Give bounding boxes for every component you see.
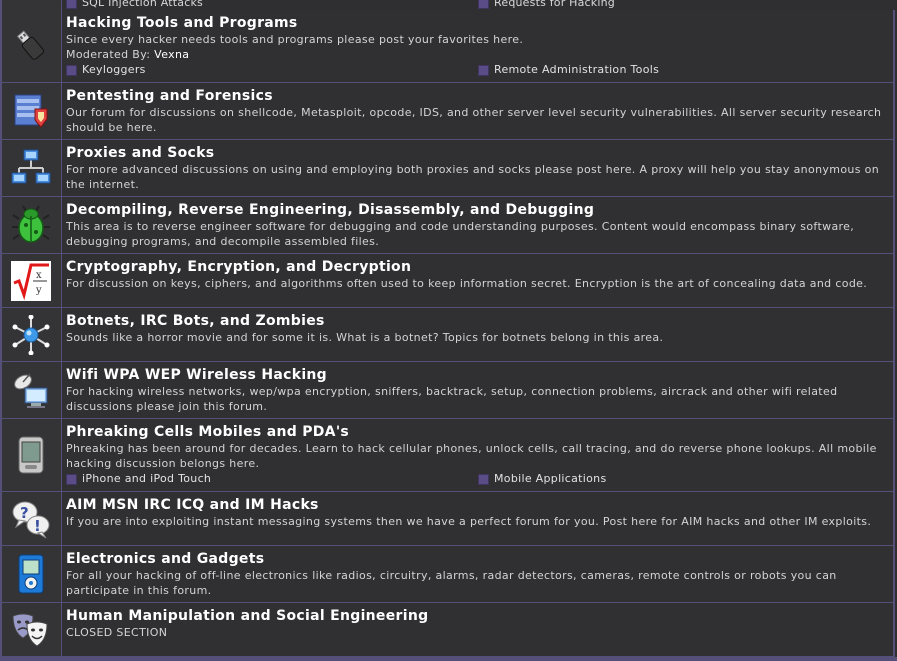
subforum-bullet-icon	[66, 473, 77, 485]
math-root-icon: x y	[10, 260, 51, 301]
subforum-list: Keyloggers Remote Administration Tools	[66, 62, 889, 77]
forum-description: For all your hacking of off-line electro…	[66, 569, 837, 597]
subforum-bullet-icon	[66, 64, 77, 76]
forum-row: ? ! AIM MSN IRC ICQ and IM Hacks If you …	[0, 492, 895, 546]
subforum-bullet-icon	[66, 0, 77, 9]
usb-drive-icon	[16, 30, 44, 60]
forum-icon-cell	[0, 308, 62, 361]
forum-title-link[interactable]: Hacking Tools and Programs	[66, 14, 889, 32]
forum-description: For discussion on keys, ciphers, and alg…	[66, 277, 868, 290]
forum-description: Sounds like a horror movie and for some …	[66, 331, 664, 344]
server-shield-icon	[14, 94, 47, 128]
table-border-left	[0, 0, 2, 661]
forum-description: Phreaking has been around for decades. L…	[66, 442, 877, 470]
forum-icon-cell	[0, 603, 62, 656]
forum-description: This area is to reverse engineer softwar…	[66, 220, 855, 248]
forum-title-link[interactable]: Electronics and Gadgets	[66, 550, 889, 568]
forum-description: Since every hacker needs tools and progr…	[66, 33, 524, 46]
subforum-list: iPhone and iPod Touch Mobile Application…	[66, 471, 889, 486]
subforum-link[interactable]: Requests for Hacking	[478, 0, 615, 9]
forum-row: Wifi WPA WEP Wireless Hacking For hackin…	[0, 362, 895, 419]
subforum-link[interactable]: Keyloggers	[66, 62, 146, 77]
subforum-link[interactable]: Remote Administration Tools	[478, 62, 659, 77]
forum-row: Phreaking Cells Mobiles and PDA's Phreak…	[0, 419, 895, 492]
chat-bubbles-icon: ? !	[12, 501, 49, 538]
forum-description: If you are into exploiting instant messa…	[66, 515, 872, 528]
forum-title-link[interactable]: Human Manipulation and Social Engineerin…	[66, 607, 889, 625]
forum-title-link[interactable]: Wifi WPA WEP Wireless Hacking	[66, 366, 889, 384]
forum-title-link[interactable]: Pentesting and Forensics	[66, 87, 889, 105]
forum-icon-cell	[0, 10, 62, 82]
theater-masks-icon	[11, 613, 48, 647]
forum-title-link[interactable]: Proxies and Socks	[66, 144, 889, 162]
svg-text:?: ?	[20, 504, 29, 522]
network-computers-icon	[11, 149, 50, 184]
svg-text:x: x	[36, 270, 42, 281]
table-border-bottom	[0, 657, 897, 661]
forum-icon-cell	[0, 362, 62, 418]
forum-row: Decompiling, Reverse Engineering, Disass…	[0, 197, 895, 254]
moderator-link[interactable]: Vexna	[154, 48, 189, 61]
subforum-bullet-icon	[478, 473, 489, 485]
svg-text:!: !	[34, 517, 41, 535]
forum-icon-cell: x y	[0, 254, 62, 307]
forum-icon-cell	[0, 419, 62, 491]
forum-description: For more advanced discussions on using a…	[66, 163, 880, 191]
forum-icon-cell	[0, 83, 62, 139]
forum-title-link[interactable]: Botnets, IRC Bots, and Zombies	[66, 312, 889, 330]
pda-icon	[18, 436, 43, 474]
forum-row: Botnets, IRC Bots, and Zombies Sounds li…	[0, 308, 895, 362]
forum-description: Our forum for discussions on shellcode, …	[66, 106, 882, 134]
bug-icon	[11, 205, 50, 243]
network-hub-icon	[12, 314, 49, 355]
forum-description: For hacking wireless networks, wep/wpa e…	[66, 385, 838, 413]
moderator-line: Moderated By: Vexna	[66, 47, 889, 62]
forum-title-link[interactable]: AIM MSN IRC ICQ and IM Hacks	[66, 496, 889, 514]
forum-icon-cell	[0, 140, 62, 196]
subforum-link[interactable]: SQL Injection Attacks	[66, 0, 203, 9]
forum-description: CLOSED SECTION	[66, 626, 168, 639]
svg-text:y: y	[35, 285, 42, 296]
satellite-computer-icon	[13, 373, 47, 408]
forum-row: Human Manipulation and Social Engineerin…	[0, 603, 895, 657]
forum-title-link[interactable]: Phreaking Cells Mobiles and PDA's	[66, 423, 889, 441]
forum-title-link[interactable]: Decompiling, Reverse Engineering, Disass…	[66, 201, 889, 219]
forum-row: Pentesting and Forensics Our forum for d…	[0, 83, 895, 140]
forum-icon-cell	[0, 546, 62, 602]
forum-row: x y Cryptography, Encryption, and Decryp…	[0, 254, 895, 308]
forum-title-link[interactable]: Cryptography, Encryption, and Decryption	[66, 258, 889, 276]
subforum-bullet-icon	[478, 0, 489, 9]
forum-icon-cell	[0, 197, 62, 253]
forum-row: Electronics and Gadgets For all your hac…	[0, 546, 895, 603]
moderator-label: Moderated By:	[66, 48, 151, 61]
subforum-bullet-icon	[478, 64, 489, 76]
forum-list: SQL Injection Attacks Requests for Hacki…	[0, 0, 897, 661]
forum-icon-cell	[0, 0, 62, 10]
subforum-link[interactable]: iPhone and iPod Touch	[66, 471, 211, 486]
gadget-icon	[18, 554, 43, 594]
forum-icon-cell: ? !	[0, 492, 62, 545]
forum-row: Hacking Tools and Programs Since every h…	[0, 10, 895, 83]
forum-row: Proxies and Socks For more advanced disc…	[0, 140, 895, 197]
subforum-link[interactable]: Mobile Applications	[478, 471, 606, 486]
